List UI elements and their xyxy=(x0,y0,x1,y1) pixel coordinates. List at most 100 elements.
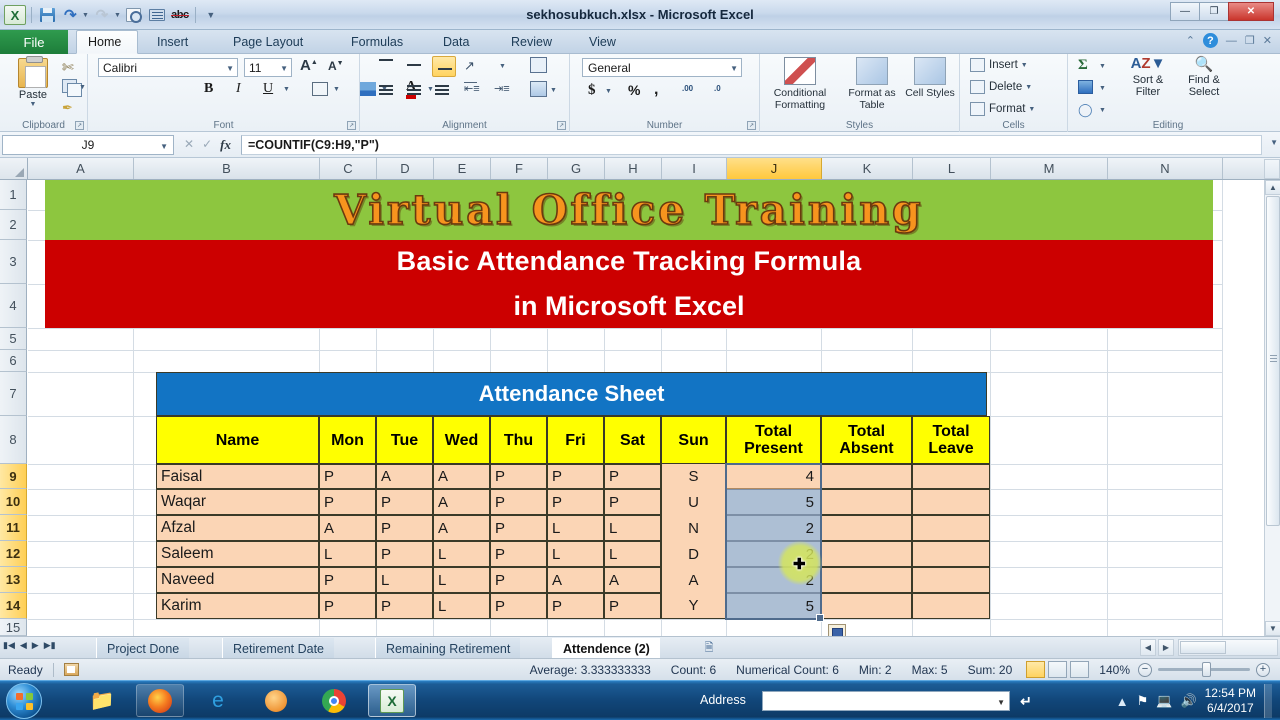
table-cell-mon[interactable]: P xyxy=(319,567,376,593)
table-cell-mon[interactable]: L xyxy=(319,541,376,567)
attendance-sheet-title[interactable]: Attendance Sheet xyxy=(156,372,987,416)
sheet-tab-attendence-2[interactable]: Attendence (2) xyxy=(552,638,660,659)
align-left-button[interactable] xyxy=(376,82,396,100)
tab-review[interactable]: Review xyxy=(500,30,563,54)
table-cell-mon[interactable]: P xyxy=(319,593,376,619)
conditional-formatting-button[interactable]: Conditional Formatting xyxy=(764,57,836,111)
help-icon[interactable]: ? xyxy=(1202,33,1218,48)
column-header-b[interactable]: B xyxy=(134,158,320,179)
italic-button[interactable]: I xyxy=(236,81,241,97)
table-cell-tue[interactable]: P xyxy=(376,515,433,541)
volume-icon[interactable]: 🔊 xyxy=(1180,693,1196,709)
percent-icon[interactable]: % xyxy=(628,82,640,98)
column-header-d[interactable]: D xyxy=(377,158,434,179)
paste-dropdown-icon[interactable]: ▼ xyxy=(10,101,56,108)
horizontal-scrollbar[interactable] xyxy=(1178,639,1278,656)
taskbar-windows-explorer[interactable]: 📁 xyxy=(78,684,126,717)
table-row[interactable]: Karim xyxy=(156,593,319,619)
table-header-total-absent[interactable]: Total Absent xyxy=(821,416,912,464)
taskbar-chrome[interactable] xyxy=(310,684,358,717)
borders-dropdown-icon[interactable]: ▼ xyxy=(333,86,340,93)
table-cell-total-absent[interactable] xyxy=(821,464,912,489)
grow-font-icon[interactable]: A▲ xyxy=(300,57,318,74)
ta00skbar-firefox[interactable] xyxy=(136,684,184,717)
table-cell-thu[interactable]: P xyxy=(490,567,547,593)
table-cell-thu[interactable]: P xyxy=(490,541,547,567)
table-cell-mon[interactable]: A xyxy=(319,515,376,541)
center-button[interactable] xyxy=(404,82,424,100)
table-cell-thu[interactable]: P xyxy=(490,515,547,541)
scroll-down-icon[interactable]: ▼ xyxy=(1265,621,1280,636)
tab-file[interactable]: File xyxy=(0,30,68,54)
merge-center-dropdown-icon[interactable]: ▼ xyxy=(550,87,557,94)
show-desktop-button[interactable] xyxy=(1264,684,1272,718)
orientation-icon[interactable]: ↗— xyxy=(464,58,484,89)
name-box[interactable]: J9 ▼ xyxy=(2,134,174,155)
table-cell-thu[interactable]: P xyxy=(490,593,547,619)
table-cell-wed[interactable]: L xyxy=(433,541,490,567)
number-format-select[interactable]: General ▼ xyxy=(582,58,742,77)
table-cell-total-absent[interactable] xyxy=(821,489,912,515)
table-cell-wed[interactable]: A xyxy=(433,515,490,541)
font-size-dropdown-icon[interactable]: ▼ xyxy=(280,64,288,73)
row-header-2[interactable]: 2 xyxy=(0,210,27,240)
column-header-j[interactable]: J xyxy=(727,158,822,179)
zoom-thumb[interactable] xyxy=(1202,662,1211,677)
row-header-15[interactable]: 15 xyxy=(0,619,27,636)
tab-formulas[interactable]: Formulas xyxy=(340,30,414,54)
table-cell-thu[interactable]: P xyxy=(490,489,547,515)
increase-decimal-icon[interactable]: .00 xyxy=(682,84,693,93)
tab-page-layout[interactable]: Page Layout xyxy=(222,30,314,54)
sheet-tab-project-done[interactable]: Project Done xyxy=(96,638,190,659)
table-cell-total-absent[interactable] xyxy=(821,515,912,541)
horizontal-scroll-thumb[interactable] xyxy=(1180,641,1226,654)
table-cell-total-present[interactable]: 5 xyxy=(726,489,821,515)
table-cell-sat[interactable]: A xyxy=(604,567,661,593)
table-cell-tue[interactable]: P xyxy=(376,541,433,567)
comma-icon[interactable]: , xyxy=(654,81,658,99)
banner-virtual-office-training[interactable]: Virtual Office Training xyxy=(45,180,1213,240)
row-header-3[interactable]: 3 xyxy=(0,240,27,284)
autosum-dropdown-icon[interactable]: ▼ xyxy=(1099,63,1106,70)
table-cell-mon[interactable]: P xyxy=(319,489,376,515)
decrease-decimal-icon[interactable]: .0 xyxy=(714,84,721,93)
insert-cells-dropdown-icon[interactable]: ▼ xyxy=(1021,62,1028,69)
cell-styles-button[interactable]: Cell Styles xyxy=(902,57,958,99)
scroll-left-icon[interactable]: ◀ xyxy=(1140,639,1156,656)
table-cell-mon[interactable]: P xyxy=(319,464,376,489)
table-header-wed[interactable]: Wed xyxy=(433,416,490,464)
table-cell-sun[interactable]: D xyxy=(661,541,726,567)
scroll-right-icon[interactable]: ▶ xyxy=(1158,639,1174,656)
table-cell-total-absent[interactable] xyxy=(821,541,912,567)
page-break-preview-button[interactable] xyxy=(1070,661,1090,678)
address-input[interactable]: ▼ xyxy=(762,691,1010,711)
table-header-tue[interactable]: Tue xyxy=(376,416,433,464)
clear-icon[interactable]: ◯ xyxy=(1078,102,1093,118)
row-header-13[interactable]: 13 xyxy=(0,567,27,593)
start-button[interactable] xyxy=(6,683,42,719)
maximize-button[interactable]: ❐ xyxy=(1199,2,1229,21)
decrease-indent-button[interactable]: ⇤≡ xyxy=(464,82,484,100)
security-icon[interactable]: ⚑ xyxy=(1137,693,1149,709)
table-cell-total-absent[interactable] xyxy=(821,593,912,619)
row-header-1[interactable]: 1 xyxy=(0,180,27,210)
cancel-formula-icon[interactable]: ✕ xyxy=(184,137,194,152)
zoom-slider[interactable]: − + xyxy=(1138,662,1270,677)
row-header-8[interactable]: 8 xyxy=(0,416,27,464)
number-format-dropdown-icon[interactable]: ▼ xyxy=(730,64,738,73)
minimize-ribbon-icon[interactable]: ⌃ xyxy=(1186,34,1195,47)
align-right-button[interactable] xyxy=(432,82,452,100)
delete-cells-button[interactable]: Delete ▼ xyxy=(970,80,1032,94)
font-name-input[interactable]: Calibri ▼ xyxy=(98,58,238,77)
row-header-9[interactable]: 9 xyxy=(0,464,27,489)
clear-dropdown-icon[interactable]: ▼ xyxy=(1099,107,1106,114)
merge-center-icon[interactable] xyxy=(530,81,547,97)
row-header-12[interactable]: 12 xyxy=(0,541,27,567)
macro-record-icon[interactable] xyxy=(63,663,79,676)
fill-dropdown-icon[interactable]: ▼ xyxy=(1099,85,1106,92)
table-cell-tue[interactable]: P xyxy=(376,593,433,619)
next-sheet-icon[interactable]: ▶ xyxy=(32,640,39,651)
format-as-table-button[interactable]: Format as Table xyxy=(836,57,908,111)
table-cell-wed[interactable]: A xyxy=(433,489,490,515)
cut-icon[interactable]: ✄ xyxy=(62,59,74,76)
